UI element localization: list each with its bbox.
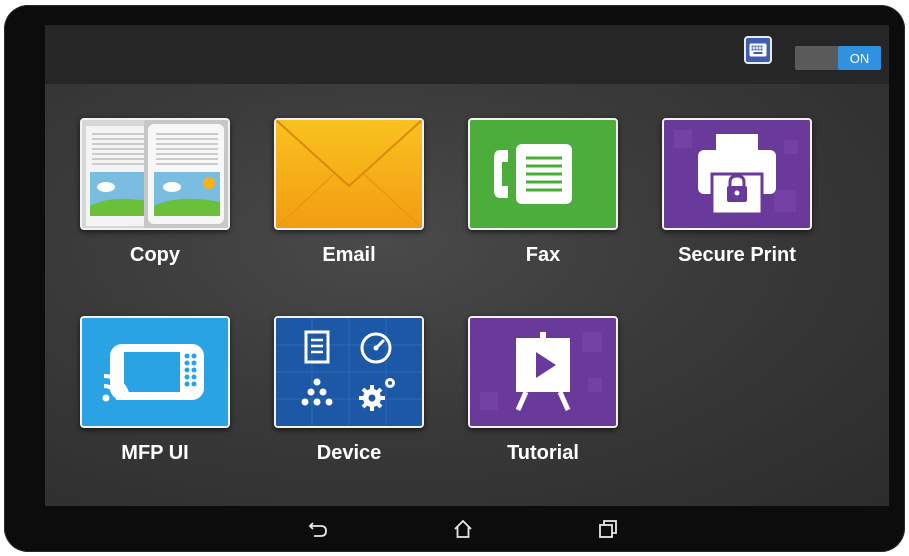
app-label-copy: Copy (130, 244, 180, 266)
home-icon (454, 519, 472, 538)
fax-icon (468, 118, 618, 230)
device-icon (274, 316, 424, 428)
app-tile-secure-print[interactable]: Secure Print (662, 118, 812, 267)
keyboard-icon (749, 43, 767, 57)
copy-icon (80, 118, 230, 230)
recents-icon (599, 520, 617, 538)
secure-print-icon (662, 118, 812, 230)
app-label-secure-print: Secure Print (678, 244, 796, 266)
back-icon (308, 522, 327, 537)
status-bar: ON (45, 25, 889, 84)
tutorial-icon (468, 316, 618, 428)
app-label-tutorial: Tutorial (507, 442, 579, 464)
app-tile-email[interactable]: Email (274, 118, 424, 267)
app-tile-device[interactable]: Device (274, 316, 424, 465)
app-tile-copy[interactable]: Copy (80, 118, 230, 267)
navigation-bar (45, 506, 889, 552)
recents-button[interactable] (593, 514, 623, 544)
app-label-email: Email (322, 244, 376, 266)
app-tile-tutorial[interactable]: Tutorial (468, 316, 618, 465)
mfp-panel-icon (80, 316, 230, 428)
app-label-mfp-ui: MFP UI (121, 442, 189, 464)
toggle-on-label: ON (838, 46, 881, 70)
home-button[interactable] (448, 514, 478, 544)
back-button[interactable] (303, 514, 333, 544)
envelope-icon (274, 118, 424, 230)
app-tile-mfp-ui[interactable]: MFP UI (80, 316, 230, 465)
tablet-frame: ON Copy Email Fax Secure Print MFP UI De… (4, 5, 905, 552)
app-label-device: Device (316, 442, 382, 464)
keyboard-button[interactable] (744, 36, 772, 64)
app-tile-fax[interactable]: Fax (468, 118, 618, 267)
app-label-fax: Fax (525, 244, 561, 266)
launcher-screen: ON Copy Email Fax Secure Print MFP UI De… (45, 25, 889, 506)
toggle-switch[interactable]: ON (795, 46, 881, 70)
